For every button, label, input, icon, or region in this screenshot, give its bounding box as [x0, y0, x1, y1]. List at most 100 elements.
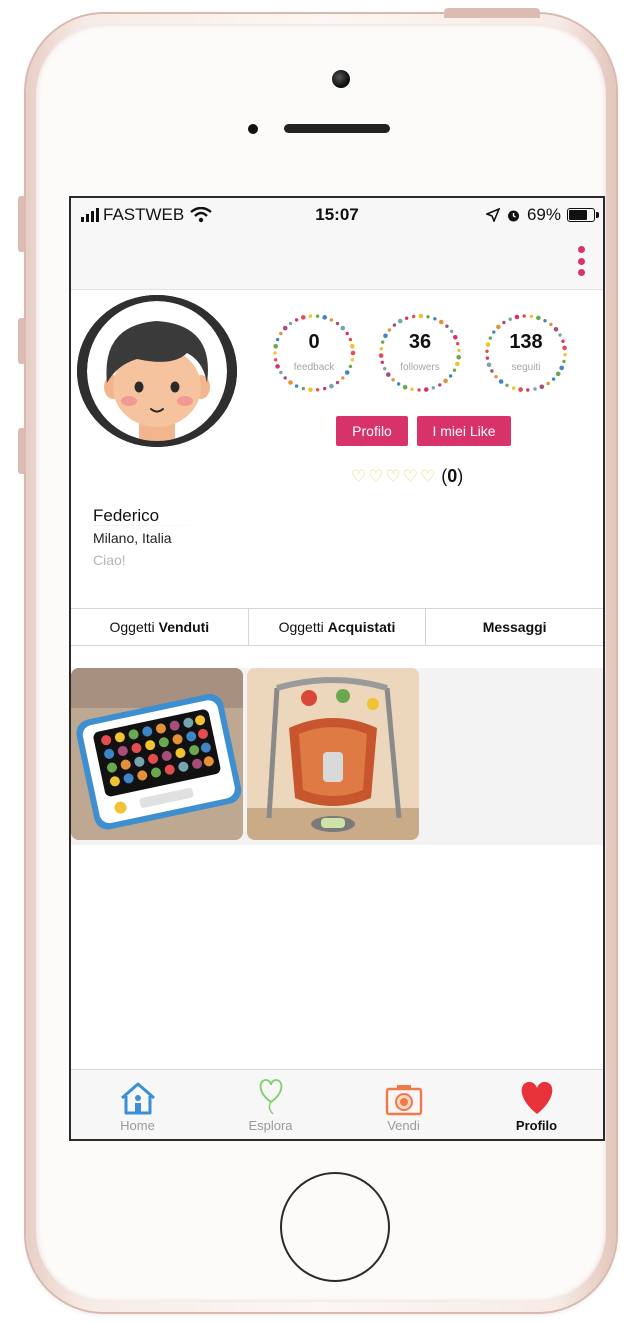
heart-balloon-icon	[253, 1078, 289, 1116]
tab-explore-label: Esplora	[248, 1118, 293, 1133]
ring-dot	[508, 317, 512, 321]
app-screen: FASTWEB 15:07 69% 0 feedback 36 follower…	[69, 196, 605, 1141]
ring-dot	[412, 314, 416, 319]
ring-dot	[494, 375, 498, 379]
items-grid	[71, 668, 603, 845]
alarm-clock-icon	[507, 210, 519, 221]
tab-messages[interactable]: Messaggi	[426, 609, 603, 645]
ring-dot	[301, 315, 306, 320]
toy-tablet-photo-icon	[71, 668, 243, 840]
ring-dot	[539, 384, 545, 390]
ring-dot	[315, 314, 320, 318]
tab-bold: Messaggi	[482, 619, 547, 635]
status-right: 69%	[485, 205, 599, 225]
tab-sold-items[interactable]: Oggetti Venduti	[71, 609, 249, 645]
ring-dot	[456, 355, 461, 360]
stat-following-label: seguiti	[511, 362, 541, 373]
tab-sell-label: Vendi	[387, 1118, 420, 1133]
stat-feedback-value: 0	[308, 331, 320, 353]
mute-switch	[18, 196, 26, 252]
heart-icon	[516, 1078, 558, 1116]
my-likes-button[interactable]: I miei Like	[417, 416, 511, 446]
stat-followers[interactable]: 36 followers	[375, 311, 465, 395]
stat-following[interactable]: 138 seguiti	[481, 311, 571, 395]
ring-dot	[439, 319, 444, 325]
stat-feedback[interactable]: 0 feedback	[269, 311, 359, 395]
stat-followers-label: followers	[400, 362, 440, 373]
battery-icon	[567, 208, 599, 222]
ring-dot	[283, 376, 287, 380]
ring-dot	[514, 314, 520, 320]
ring-dot	[397, 382, 401, 386]
tab-bold: Venduti	[158, 619, 210, 635]
power-button	[444, 8, 540, 18]
tab-home[interactable]: Home	[71, 1070, 204, 1139]
home-button[interactable]	[280, 1172, 390, 1282]
item-thumbnail-baby-swing[interactable]	[247, 668, 419, 840]
ring-dot	[288, 380, 293, 385]
front-camera	[332, 70, 350, 88]
ring-dot	[329, 383, 334, 389]
stat-feedback-label: feedback	[293, 362, 335, 373]
navigation-bar	[71, 232, 603, 290]
location-arrow-icon	[485, 208, 500, 222]
rating-heart-icon: ♡	[420, 466, 436, 486]
rating-heart-icon: ♡	[351, 466, 367, 486]
avatar-illustration	[77, 295, 237, 447]
more-options-icon[interactable]	[575, 246, 587, 276]
ring-dot	[496, 324, 501, 330]
ring-dot	[282, 325, 288, 331]
ring-dot	[502, 320, 506, 325]
ring-dot	[518, 387, 523, 392]
status-bar: FASTWEB 15:07 69%	[71, 198, 603, 232]
profile-button[interactable]: Profilo	[336, 416, 408, 446]
rating-heart-icon: ♡	[368, 466, 384, 486]
tab-profile[interactable]: Profilo	[470, 1070, 603, 1139]
ring-dot	[391, 378, 395, 382]
ring-dot	[498, 379, 504, 384]
bottom-tab-bar: Home Esplora Vendi Profilo	[71, 1069, 603, 1139]
ring-dot	[505, 383, 509, 387]
ring-dot	[549, 322, 553, 327]
ring-dot	[335, 380, 340, 385]
ring-dot	[433, 317, 437, 321]
rating-heart-icon: ♡	[402, 466, 418, 486]
user-bio: Ciao!	[93, 552, 126, 568]
tab-explore[interactable]: Esplora	[204, 1070, 337, 1139]
ring-dot	[448, 374, 453, 378]
ring-dot	[438, 383, 442, 387]
battery-percent: 69%	[526, 205, 561, 224]
tab-prefix: Oggetti	[109, 619, 155, 635]
tab-profile-label: Profilo	[515, 1118, 558, 1133]
ring-dot	[417, 388, 421, 392]
ring-dot	[322, 315, 327, 320]
item-thumbnail-tablet-toy[interactable]	[71, 668, 243, 840]
ring-dot	[546, 381, 550, 386]
ring-dot	[397, 318, 403, 324]
ring-dot	[445, 324, 449, 328]
tab-prefix: Oggetti	[278, 619, 324, 635]
ring-dot	[335, 321, 340, 326]
ring-dot	[315, 388, 320, 392]
name-divider	[93, 525, 253, 526]
ring-dot	[426, 315, 430, 319]
ring-dot	[274, 358, 278, 362]
ring-dot	[522, 314, 526, 318]
ring-dot	[341, 376, 345, 380]
ring-dot	[301, 386, 305, 391]
ring-dot	[511, 386, 516, 390]
tab-purchased-items[interactable]: Oggetti Acquistati	[249, 609, 427, 645]
avatar[interactable]	[77, 295, 237, 447]
tab-sell[interactable]: Vendi	[337, 1070, 470, 1139]
ring-dot	[288, 321, 293, 326]
ring-dot	[329, 318, 334, 322]
ring-dot	[485, 356, 490, 360]
volume-down-button	[18, 428, 26, 474]
tab-home-label: Home	[120, 1118, 155, 1133]
ring-dot	[323, 386, 327, 391]
ring-dot	[294, 384, 299, 388]
earpiece-speaker	[284, 124, 390, 133]
ring-dot	[526, 388, 530, 392]
camera-icon	[384, 1078, 424, 1116]
rating-count: (0)	[441, 466, 464, 486]
